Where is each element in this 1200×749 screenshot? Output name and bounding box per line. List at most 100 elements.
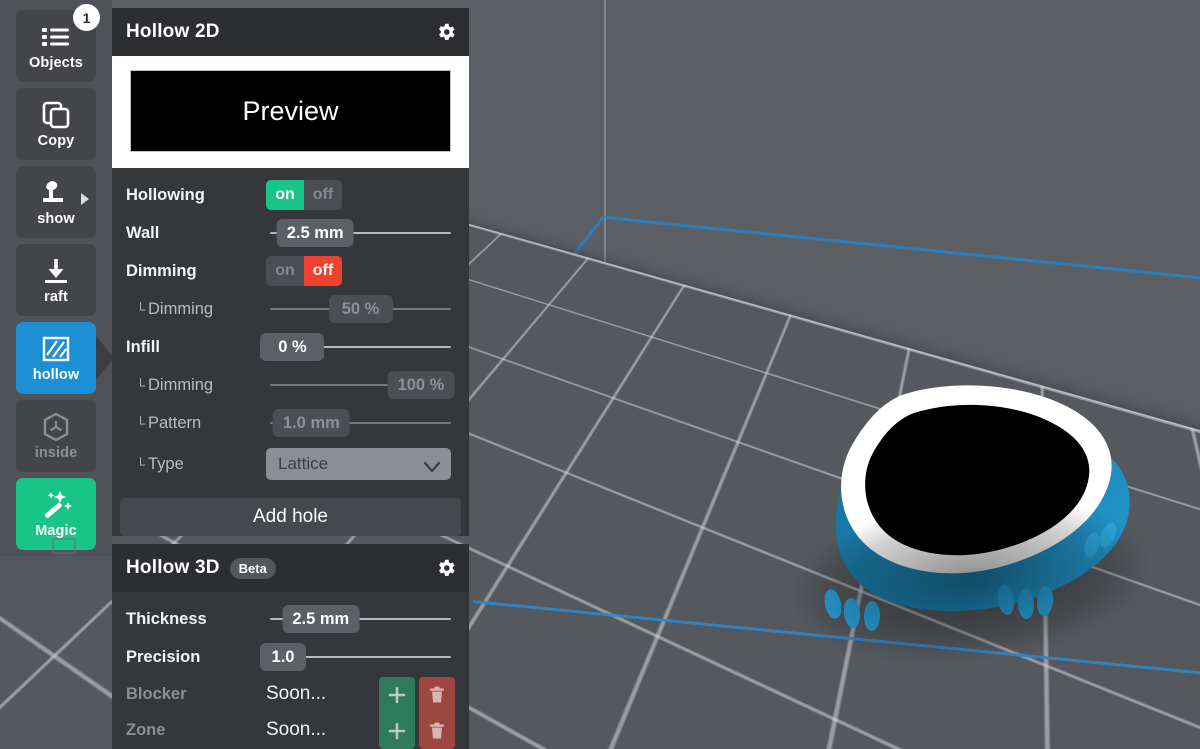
- panel-hollow-3d: Hollow 3D Beta Thickness 2.5 mm Precisio…: [112, 544, 469, 749]
- sidebar-item-label: Copy: [37, 132, 75, 149]
- panel-hollow-2d-header: Hollow 2D: [112, 8, 469, 56]
- infill-slider[interactable]: 0 %: [260, 328, 455, 366]
- delete-zone-button[interactable]: [419, 713, 455, 749]
- row-label: Infill: [126, 337, 160, 356]
- sidebar-item-inside[interactable]: inside: [16, 400, 96, 472]
- sidebar-item-label: Objects: [29, 54, 83, 71]
- hex-inside-icon: [42, 412, 70, 442]
- row-label: └ Type: [126, 455, 266, 474]
- slider-handle[interactable]: 0 %: [260, 333, 325, 361]
- toggle-off[interactable]: off: [304, 180, 342, 210]
- sidebar-item-copy[interactable]: Copy: [16, 88, 96, 160]
- hollow-2d-rows: Hollowing on off Wall 2.5 mm Dimming on …: [112, 168, 469, 496]
- zone-status: Soon...: [266, 719, 327, 740]
- tree-corner-icon: └: [136, 456, 146, 472]
- row-thickness: Thickness 2.5 mm: [112, 600, 469, 638]
- hollowing-toggle[interactable]: on off: [266, 180, 342, 210]
- row-label: └ Dimming: [126, 300, 266, 319]
- type-select-value: Lattice: [278, 454, 329, 473]
- build-volume-edge-right: [605, 216, 1200, 280]
- chevron-right-icon[interactable]: [81, 193, 89, 205]
- row-label: Zone: [126, 720, 166, 739]
- add-blocker-button[interactable]: [379, 677, 415, 713]
- panel-hollow-2d: Hollow 2D Preview Hollowing on off Wall …: [112, 8, 469, 536]
- row-dimming-amount: └ Dimming 50 %: [112, 290, 469, 328]
- preview-area: Preview: [112, 56, 469, 168]
- tree-corner-icon: └: [136, 301, 146, 317]
- row-label-text: Pattern: [148, 413, 202, 432]
- magic-wand-icon: [40, 490, 72, 520]
- add-hole-button[interactable]: Add hole: [120, 498, 461, 536]
- gear-icon[interactable]: [435, 21, 457, 43]
- chevron-down-icon[interactable]: [423, 458, 441, 478]
- row-hollowing: Hollowing on off: [112, 176, 469, 214]
- row-label-text: Dimming: [148, 375, 214, 394]
- row-label: Dimming: [126, 261, 197, 280]
- row-label: Blocker: [126, 684, 187, 703]
- dimming-toggle[interactable]: on off: [266, 256, 342, 286]
- row-dimming-toggle: Dimming on off: [112, 252, 469, 290]
- model-3d-hollowed[interactable]: [790, 355, 1160, 673]
- copy-icon: [42, 100, 70, 130]
- tree-corner-icon: └: [136, 377, 146, 393]
- sidebar-item-label: Magic: [35, 522, 77, 539]
- bottom-left-icon[interactable]: [52, 538, 76, 554]
- hollow-panels: Hollow 2D Preview Hollowing on off Wall …: [112, 8, 469, 749]
- row-label: Thickness: [126, 609, 207, 628]
- list-icon: [41, 22, 71, 52]
- row-label-text: Dimming: [148, 299, 214, 318]
- objects-count-badge: 1: [73, 4, 100, 31]
- sidebar-item-show[interactable]: show: [16, 166, 96, 238]
- delete-blocker-button[interactable]: [419, 677, 455, 713]
- row-wall: Wall 2.5 mm: [112, 214, 469, 252]
- infill-dimming-slider[interactable]: 100 %: [266, 366, 455, 404]
- sidebar-item-label: raft: [44, 288, 68, 305]
- slider-handle[interactable]: 2.5 mm: [282, 605, 360, 633]
- row-precision: Precision 1.0: [112, 638, 469, 676]
- sidebar-item-objects[interactable]: Objects 1: [16, 4, 100, 82]
- pattern-slider[interactable]: 1.0 mm: [266, 404, 455, 442]
- toggle-on[interactable]: on: [266, 256, 304, 286]
- beta-badge: Beta: [229, 557, 276, 579]
- blocker-status: Soon...: [266, 683, 327, 704]
- slider-handle[interactable]: 1.0: [260, 643, 306, 671]
- wall-slider[interactable]: 2.5 mm: [266, 214, 455, 252]
- toggle-off[interactable]: off: [304, 256, 342, 286]
- precision-slider[interactable]: 1.0: [260, 638, 455, 676]
- row-label: └ Dimming: [126, 376, 266, 395]
- slider-handle[interactable]: 100 %: [387, 371, 455, 399]
- hollow-hatch-icon: [41, 334, 71, 364]
- page-title: Hollow 2D: [126, 21, 220, 42]
- thickness-slider[interactable]: 2.5 mm: [266, 600, 455, 638]
- slider-handle[interactable]: 50 %: [328, 295, 393, 323]
- support-icon: [39, 178, 73, 208]
- row-label: Precision: [126, 647, 201, 666]
- sidebar-item-raft[interactable]: raft: [16, 244, 96, 316]
- row-label: Hollowing: [126, 185, 205, 204]
- row-label: └ Pattern: [126, 414, 266, 433]
- row-label: Wall: [126, 223, 160, 242]
- type-select[interactable]: Lattice: [266, 448, 451, 480]
- preview-button[interactable]: Preview: [130, 70, 451, 152]
- sidebar-item-hollow[interactable]: hollow: [16, 322, 114, 394]
- row-infill-dimming: └ Dimming 100 %: [112, 366, 469, 404]
- row-blocker: Blocker Soon...: [112, 676, 469, 713]
- left-toolbar: Objects 1 Copy show raft hollow inside M…: [0, 0, 114, 556]
- add-zone-button[interactable]: [379, 713, 415, 749]
- panel-hollow-3d-header: Hollow 3D Beta: [112, 544, 469, 592]
- slider-handle[interactable]: 1.0 mm: [272, 409, 350, 437]
- sidebar-item-label: inside: [34, 444, 78, 461]
- toggle-on[interactable]: on: [266, 180, 304, 210]
- tree-corner-icon: └: [136, 415, 146, 431]
- raft-icon: [42, 256, 70, 286]
- sidebar-item-label: hollow: [32, 366, 80, 383]
- sidebar-item-label: show: [37, 210, 75, 227]
- row-type: └ Type Lattice: [112, 442, 469, 486]
- row-infill: Infill 0 %: [112, 328, 469, 366]
- hollow-3d-rows: Thickness 2.5 mm Precision 1.0 Blocker S…: [112, 592, 469, 749]
- row-zone: Zone Soon...: [112, 712, 469, 749]
- row-pattern: └ Pattern 1.0 mm: [112, 404, 469, 442]
- dimming-slider[interactable]: 50 %: [266, 290, 455, 328]
- gear-icon[interactable]: [435, 557, 457, 579]
- slider-handle[interactable]: 2.5 mm: [276, 219, 354, 247]
